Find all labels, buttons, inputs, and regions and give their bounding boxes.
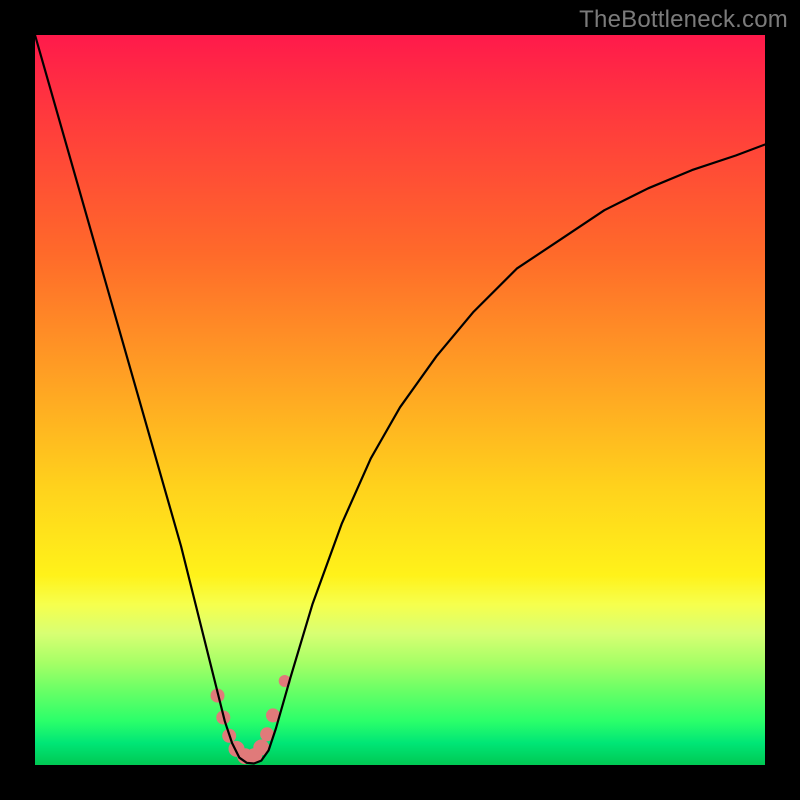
chart-frame: TheBottleneck.com xyxy=(0,0,800,800)
attribution-label: TheBottleneck.com xyxy=(579,6,788,34)
plot-area xyxy=(35,35,765,765)
bottleneck-curve xyxy=(35,35,765,764)
chart-svg xyxy=(35,35,765,765)
